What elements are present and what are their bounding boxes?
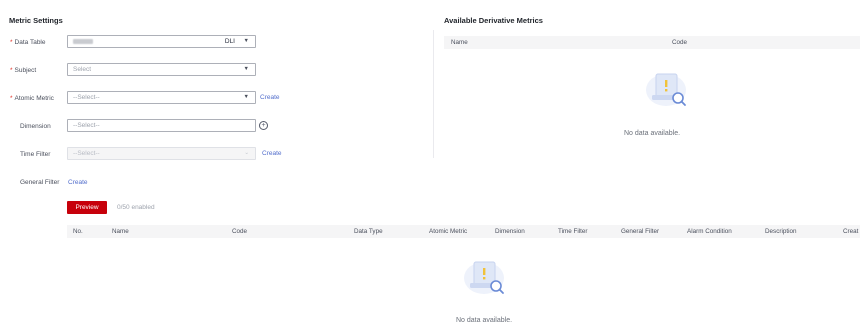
data-table-select[interactable]: DLI ▼ <box>67 35 256 48</box>
plus-circle-icon[interactable]: + <box>259 121 268 130</box>
col-atomic-metric: Atomic Metric <box>429 228 468 235</box>
col-no: No. <box>73 228 83 235</box>
create-time-filter-link[interactable]: Create <box>262 150 282 157</box>
subject-select[interactable]: Select ▼ <box>67 63 256 76</box>
derivative-metrics-title: Available Derivative Metrics <box>444 16 543 25</box>
chevron-down-icon: ⌄ <box>244 150 249 156</box>
data-table-source-tag: DLI <box>224 38 235 45</box>
data-table-label: * Data Table <box>10 39 46 46</box>
dimension-label: Dimension <box>20 123 51 130</box>
results-empty-text: No data available. <box>456 317 513 324</box>
create-general-filter-link[interactable]: Create <box>68 179 88 186</box>
col-general-filter: General Filter <box>621 228 660 235</box>
chevron-down-icon: ▼ <box>243 94 249 100</box>
subject-placeholder: Select <box>73 66 92 73</box>
chevron-down-icon: ▼ <box>243 66 249 72</box>
preview-button[interactable]: Preview <box>67 201 107 214</box>
col-time-filter: Time Filter <box>558 228 588 235</box>
subject-label: * Subject <box>10 67 37 74</box>
derivative-table-header: Name Code <box>444 36 860 49</box>
create-atomic-metric-link[interactable]: Create <box>260 94 280 101</box>
dimension-placeholder: --Select-- <box>73 122 100 129</box>
enabled-count: 0/50 enabled <box>117 204 155 211</box>
derivative-col-code: Code <box>672 39 688 46</box>
atomic-metric-label: * Atomic Metric <box>10 95 54 102</box>
chevron-down-icon: ▼ <box>243 38 249 44</box>
general-filter-label: General Filter <box>20 179 60 186</box>
empty-document-search-icon <box>640 64 692 110</box>
atomic-metric-select[interactable]: --Select-- ▼ <box>67 91 256 104</box>
col-create: Creat <box>843 228 859 235</box>
time-filter-placeholder: --Select-- <box>73 150 100 157</box>
atomic-metric-placeholder: --Select-- <box>73 94 100 101</box>
time-filter-select[interactable]: --Select-- ⌄ <box>67 147 256 160</box>
col-name: Name <box>112 228 129 235</box>
metric-settings-title: Metric Settings <box>9 16 63 25</box>
col-data-type: Data Type <box>354 228 383 235</box>
derivative-col-name: Name <box>451 39 468 46</box>
col-code: Code <box>232 228 248 235</box>
data-table-value-redacted <box>73 39 93 44</box>
derivative-empty-text: No data available. <box>624 130 681 137</box>
col-alarm-condition: Alarm Condition <box>687 228 732 235</box>
col-dimension: Dimension <box>495 228 525 235</box>
empty-document-search-icon <box>458 252 510 298</box>
time-filter-label: Time Filter <box>20 151 51 158</box>
panel-divider <box>433 30 434 158</box>
results-table-header: No. Name Code Data Type Atomic Metric Di… <box>67 225 860 238</box>
dimension-select[interactable]: --Select-- <box>67 119 256 132</box>
col-description: Description <box>765 228 797 235</box>
